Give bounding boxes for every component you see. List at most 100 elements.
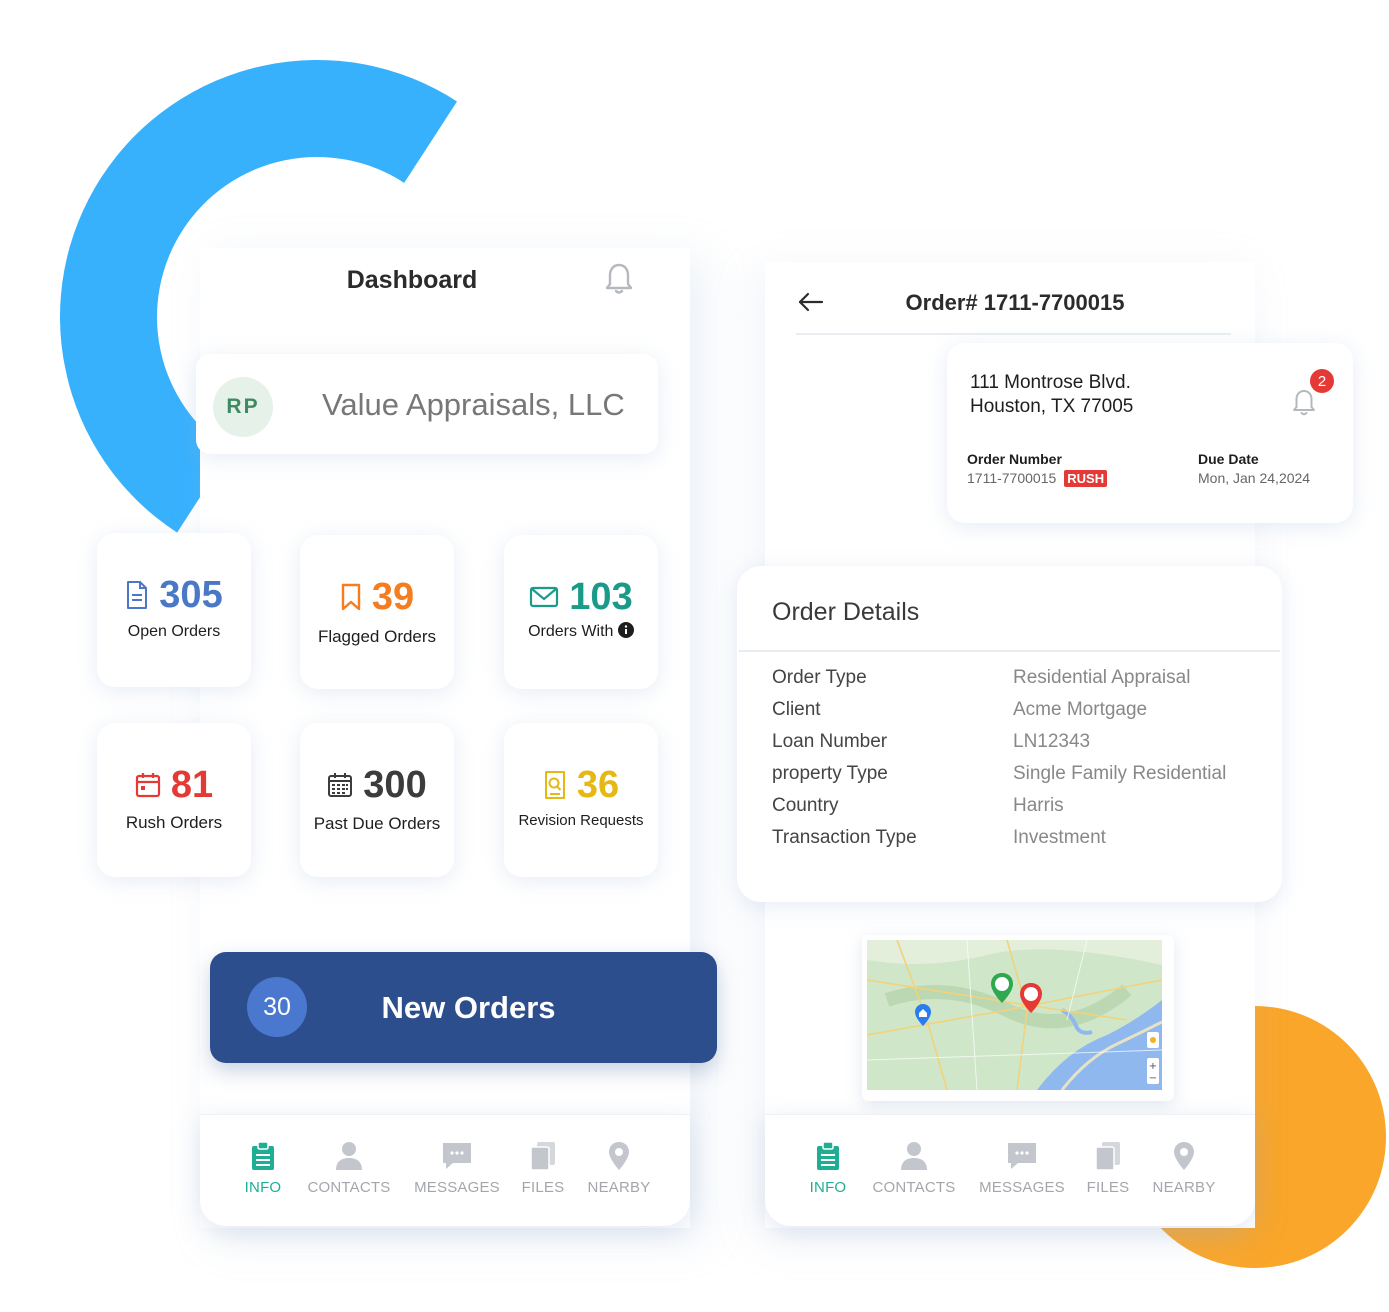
- detail-key: Client: [772, 699, 821, 720]
- stat-value: 81: [170, 764, 214, 806]
- stat-label: Rush Orders: [125, 813, 223, 832]
- person-icon: [901, 1142, 927, 1170]
- person-icon: [336, 1142, 362, 1170]
- stat-value: 39: [371, 576, 415, 618]
- detail-value: LN12343: [1013, 731, 1091, 752]
- page-title: Dashboard: [346, 266, 478, 294]
- rush-badge: RUSH: [1064, 470, 1108, 487]
- order-summary-card[interactable]: 111 Montrose Blvd. Houston, TX 77005 2 O…: [947, 343, 1353, 523]
- stat-value: 300: [363, 764, 427, 806]
- stat-tile-open-orders[interactable]: 305 Open Orders: [97, 533, 251, 687]
- header-divider: [796, 333, 1231, 335]
- detail-row: Country Harris: [772, 795, 1272, 823]
- bottom-nav-left: INFO CONTACTS MESSAGES FILES NEARBY: [200, 1114, 690, 1226]
- nav-label: NEARBY: [587, 1179, 651, 1196]
- stat-label: Orders With: [528, 623, 614, 640]
- svg-text:−: −: [1149, 1073, 1157, 1084]
- detail-key: property Type: [772, 763, 888, 784]
- detail-value: Acme Mortgage: [1013, 699, 1148, 720]
- nav-label: INFO: [809, 1179, 847, 1196]
- stat-tile-orders-with[interactable]: 103 Orders With: [504, 535, 658, 689]
- stat-tile-rush-orders[interactable]: 81 Rush Orders: [97, 723, 251, 877]
- company-card[interactable]: RP Value Appraisals, LLC: [196, 354, 658, 454]
- detail-row: Client Acme Mortgage: [772, 699, 1272, 727]
- order-number-row: 1711-7700015 RUSH: [967, 470, 1108, 487]
- stat-label: Past Due Orders: [313, 814, 441, 833]
- notification-badge: 2: [1310, 369, 1334, 393]
- details-divider: [739, 650, 1280, 652]
- due-date-label: Due Date: [1198, 451, 1259, 467]
- detail-value: Harris: [1013, 795, 1064, 816]
- nav-item-info[interactable]: INFO: [240, 1141, 286, 1197]
- nav-item-messages[interactable]: MESSAGES: [412, 1141, 502, 1197]
- nav-item-nearby[interactable]: NEARBY: [586, 1141, 652, 1197]
- chat-icon: [443, 1143, 471, 1169]
- info-icon[interactable]: [617, 622, 634, 638]
- envelope-icon: [530, 586, 559, 608]
- detail-key: Transaction Type: [772, 827, 917, 848]
- nav-label: MESSAGES: [414, 1179, 500, 1196]
- calendar-icon: [135, 773, 160, 798]
- location-pin-icon: [1174, 1142, 1194, 1170]
- nav-label: MESSAGES: [979, 1179, 1065, 1196]
- stat-label-row: Orders With: [504, 622, 658, 641]
- detail-row: Transaction Type Investment: [772, 827, 1272, 855]
- stat-value: 305: [159, 574, 223, 616]
- clipboard-icon: [252, 1141, 274, 1170]
- location-pin-icon: [609, 1142, 629, 1170]
- nav-item-files[interactable]: FILES: [520, 1141, 566, 1197]
- detail-value: Investment: [1013, 827, 1106, 848]
- detail-row: Loan Number LN12343: [772, 731, 1272, 759]
- stat-tile-flagged-orders[interactable]: 39 Flagged Orders: [300, 535, 454, 689]
- nearby-map[interactable]: + −: [862, 935, 1174, 1101]
- nav-item-contacts[interactable]: CONTACTS: [871, 1141, 957, 1197]
- order-title: Order# 1711-7700015: [905, 290, 1125, 315]
- detail-value: Single Family Residential: [1013, 763, 1227, 784]
- nav-item-messages[interactable]: MESSAGES: [977, 1141, 1067, 1197]
- nav-label: CONTACTS: [307, 1179, 391, 1196]
- back-arrow-icon[interactable]: [798, 292, 824, 312]
- bottom-nav-right: INFO CONTACTS MESSAGES FILES NEARBY: [765, 1114, 1255, 1226]
- nav-label: FILES: [1086, 1179, 1130, 1196]
- address-line-1: 111 Montrose Blvd.: [970, 372, 1131, 393]
- detail-row: Order Type Residential Appraisal: [772, 667, 1272, 695]
- stat-label: Open Orders: [127, 623, 221, 640]
- nav-item-contacts[interactable]: CONTACTS: [306, 1141, 392, 1197]
- stat-label: Flagged Orders: [317, 627, 437, 646]
- new-orders-button[interactable]: 30 New Orders: [210, 952, 717, 1063]
- new-orders-label: New Orders: [381, 990, 556, 1025]
- calendar-grid-icon: [328, 773, 353, 797]
- bell-icon[interactable]: [604, 262, 634, 296]
- document-icon: [127, 581, 148, 609]
- due-date-value: Mon, Jan 24,2024: [1198, 470, 1311, 486]
- files-icon: [1095, 1142, 1120, 1171]
- order-number-value: 1711-7700015: [967, 470, 1057, 486]
- nav-label: CONTACTS: [872, 1179, 956, 1196]
- nav-label: NEARBY: [1152, 1179, 1216, 1196]
- bell-icon[interactable]: [1291, 389, 1317, 417]
- nav-item-nearby[interactable]: NEARBY: [1151, 1141, 1217, 1197]
- clipboard-icon: [817, 1141, 839, 1170]
- files-icon: [530, 1142, 555, 1171]
- order-details-card: Order Details Order Type Residential App…: [737, 566, 1282, 902]
- detail-key: Loan Number: [772, 731, 888, 752]
- detail-row: property Type Single Family Residential: [772, 763, 1272, 791]
- company-name: Value Appraisals, LLC: [322, 387, 625, 422]
- address-line-2: Houston, TX 77005: [970, 396, 1134, 417]
- search-doc-icon: [544, 771, 565, 799]
- nav-item-info[interactable]: INFO: [805, 1141, 851, 1197]
- stat-value: 36: [576, 764, 620, 806]
- chat-icon: [1008, 1143, 1036, 1169]
- map-image: + −: [867, 940, 1162, 1090]
- nav-label: FILES: [521, 1179, 565, 1196]
- bookmark-icon: [341, 583, 361, 611]
- stat-value: 103: [569, 576, 633, 618]
- stat-tile-past-due-orders[interactable]: 300 Past Due Orders: [300, 723, 454, 877]
- new-orders-count: 30: [247, 977, 307, 1037]
- detail-key: Order Type: [772, 667, 867, 688]
- stat-tile-revision-requests[interactable]: 36 Revision Requests: [504, 723, 658, 877]
- avatar: RP: [213, 377, 273, 437]
- svg-text:+: +: [1149, 1061, 1157, 1072]
- order-number-label: Order Number: [967, 451, 1062, 467]
- nav-item-files[interactable]: FILES: [1085, 1141, 1131, 1197]
